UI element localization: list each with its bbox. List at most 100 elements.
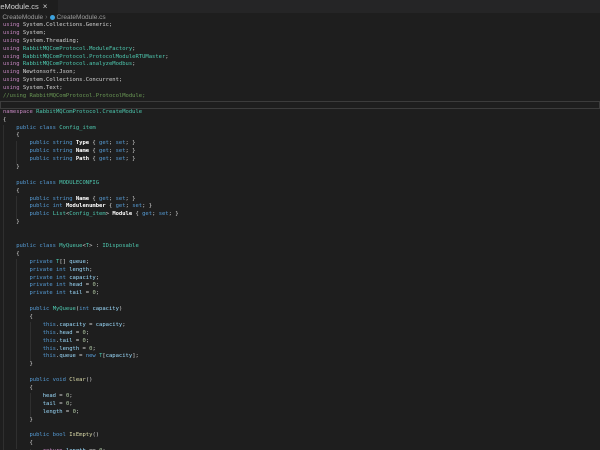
code-line[interactable]: public List<Config_item> Module { get; s… [0,211,600,219]
code-token: Type [76,140,89,146]
code-line[interactable]: using System; [0,30,600,38]
code-line[interactable]: namespace RabbitMQComProtocol.CreateModu… [0,109,600,117]
tab-createmodule[interactable]: CreateModule.cs × [0,0,58,13]
code-line[interactable]: this.queue = new T[capacity]; [0,353,600,361]
code-line[interactable]: using System.Threading; [0,38,600,46]
code-line[interactable]: using System.Collections.Generic; [0,22,600,30]
code-line[interactable]: this.capacity = capacity; [0,322,600,330]
code-token: ; } [126,140,136,146]
code-line[interactable]: this.length = 0; [0,346,600,354]
code-line[interactable]: using System.Text; [0,85,600,93]
code-line[interactable] [0,369,600,377]
code-line[interactable]: public string Path { get; set; } [0,156,600,164]
code-token: Module [112,211,132,217]
code-line[interactable]: using RabbitMQComProtocol.ModuleFactory; [0,46,600,54]
code-line[interactable]: tail = 0; [0,401,600,409]
code-line[interactable]: using RabbitMQComProtocol.ProtocolModule… [0,54,600,62]
code-token: Name [76,148,89,154]
code-line[interactable]: { [0,117,600,125]
code-line[interactable]: public int Modulenumber { get; set; } [0,203,600,211]
code-token [3,409,43,415]
code-token: [] [59,259,69,265]
code-line[interactable]: } [0,417,600,425]
code-token: ; [132,61,135,67]
code-token: using [3,54,23,60]
code-token: ) [119,306,122,312]
code-line[interactable]: public void Clear() [0,377,600,385]
code-token: private int [30,275,70,281]
code-token: queue [59,353,76,359]
code-token [3,330,43,336]
code-token: List [53,211,66,217]
code-token: ; [152,211,159,217]
code-line[interactable]: public string Type { get; set; } [0,140,600,148]
code-token: ; [132,46,135,52]
code-line[interactable]: { [0,440,600,448]
code-line[interactable]: private T[] queue; [0,259,600,267]
code-line[interactable]: public string Name { get; set; } [0,196,600,204]
code-token: private int [30,290,70,296]
code-line[interactable] [0,424,600,432]
code-line[interactable] [0,172,600,180]
code-token: using [3,69,23,75]
code-token: ; [76,409,79,415]
code-line[interactable]: public class MyQueue<T> : IDisposable [0,243,600,251]
close-icon[interactable]: × [43,3,48,11]
code-line[interactable]: //using RabbitMQComProtocol.ProtocolModu… [0,93,600,101]
code-line[interactable]: length = 0; [0,409,600,417]
code-line[interactable]: head = 0; [0,393,600,401]
code-token: () [86,377,93,383]
code-token: ; } [126,156,136,162]
code-token: get [99,156,109,162]
code-token: = [76,353,86,359]
code-line[interactable]: } [0,164,600,172]
code-line[interactable]: { [0,385,600,393]
code-line[interactable] [0,227,600,235]
code-line[interactable]: { [0,132,600,140]
code-line[interactable]: { [0,251,600,259]
code-line[interactable]: public bool IsEmpty() [0,432,600,440]
code-token: } [3,164,20,170]
code-line[interactable]: private int capacity; [0,275,600,283]
code-token: ; [122,322,125,328]
code-token: MyQueue [59,243,82,249]
code-token: using [3,61,23,67]
code-token: ; [96,290,99,296]
code-line[interactable]: public string Name { get; set; } [0,148,600,156]
code-line[interactable]: { [0,188,600,196]
code-line[interactable]: public class Config_item [0,125,600,133]
breadcrumb-item-file[interactable]: CreateModule.cs [57,14,106,21]
code-editor[interactable]: using System.Collections.Generic;using S… [0,22,600,450]
code-line[interactable]: public class MODULECONFIG [0,180,600,188]
code-line[interactable]: } [0,361,600,369]
code-token: get [116,203,126,209]
code-line[interactable]: private int tail = 0; [0,290,600,298]
code-line[interactable]: this.head = 0; [0,330,600,338]
code-line[interactable] [0,298,600,306]
code-token: public class [16,243,59,249]
code-token: ; [92,346,95,352]
code-line[interactable] [0,235,600,243]
chevron-right-icon: › [45,14,47,21]
code-line[interactable]: private int head = 0; [0,282,600,290]
code-token: tail [59,338,72,344]
code-token: using [3,22,23,28]
code-token: this [43,353,56,359]
code-line[interactable]: this.tail = 0; [0,338,600,346]
code-token: ; [165,54,168,60]
code-token: public string [30,148,76,154]
breadcrumb: › CreateModule › CreateModule.cs [0,13,600,22]
code-line[interactable]: } [0,219,600,227]
code-token: using [3,77,23,83]
code-line-current[interactable] [0,101,600,109]
code-line[interactable]: { [0,314,600,322]
code-line[interactable]: private int length; [0,267,600,275]
code-token: = [83,282,93,288]
code-line[interactable]: using System.Collections.Concurrent; [0,77,600,85]
code-token: Config_item [59,125,95,131]
breadcrumb-item-folder[interactable]: CreateModule [2,14,43,21]
code-line[interactable]: public MyQueue(int capacity) [0,306,600,314]
code-line[interactable]: using RabbitMQComProtocol.analyzeModbus; [0,61,600,69]
code-line[interactable]: using Newtonsoft.Json; [0,69,600,77]
code-token [3,156,30,162]
